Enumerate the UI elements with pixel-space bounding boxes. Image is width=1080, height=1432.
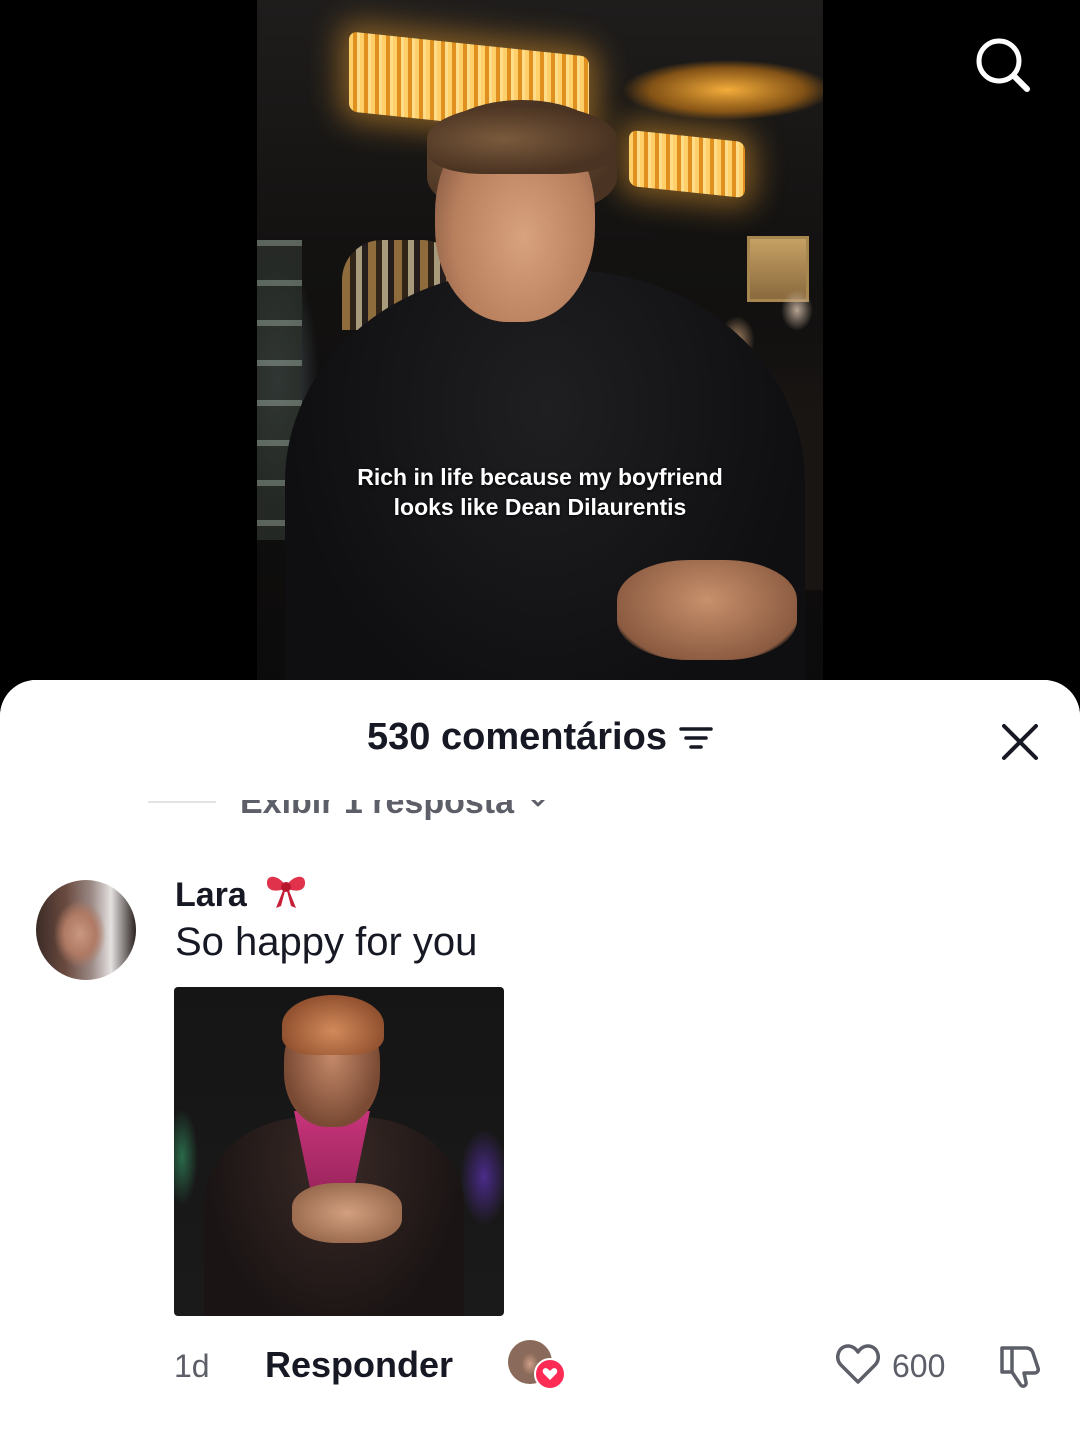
comments-header: 530 comentários xyxy=(0,680,1080,800)
search-button[interactable] xyxy=(968,30,1038,100)
comment-gif[interactable] xyxy=(174,987,504,1316)
heart-icon xyxy=(534,1358,566,1390)
person-hair-top xyxy=(427,104,617,174)
gif-figure-hair xyxy=(282,995,384,1055)
video-caption: Rich in life because my boyfriend looks … xyxy=(257,462,823,522)
comment-timestamp: 1d xyxy=(174,1348,210,1384)
comment-text: So happy for you xyxy=(175,920,478,964)
comments-count-label: 530 comentários xyxy=(367,716,667,758)
person-hands xyxy=(617,560,797,660)
avatar[interactable] xyxy=(36,880,136,980)
close-icon xyxy=(1002,724,1038,760)
comments-title: 530 comentários xyxy=(0,716,1080,759)
divider xyxy=(148,801,216,803)
sort-button[interactable] xyxy=(679,723,713,753)
comment-username[interactable]: Lara xyxy=(175,872,308,919)
username-text: Lara xyxy=(175,876,247,914)
comment-actions: 1d Responder 600 xyxy=(0,1340,1080,1390)
sort-filter-icon xyxy=(679,726,713,749)
gif-figure-hands xyxy=(292,1183,402,1243)
reply-button[interactable]: Responder xyxy=(265,1344,453,1386)
search-icon xyxy=(976,38,1030,92)
chandelier xyxy=(629,129,745,199)
ribbon-bow-icon xyxy=(264,872,308,919)
close-button[interactable] xyxy=(996,718,1044,766)
like-button[interactable] xyxy=(834,1340,882,1388)
video-frame[interactable]: Rich in life because my boyfriend looks … xyxy=(257,0,823,700)
creator-liked-badge xyxy=(508,1340,566,1390)
like-count: 600 xyxy=(892,1348,946,1384)
heart-outline-icon xyxy=(836,1344,880,1384)
caption-line: looks like Dean Dilaurentis xyxy=(393,494,687,520)
comments-sheet: 530 comentários Exibir 1 resposta Lara S… xyxy=(0,680,1080,1432)
thumbs-down-icon xyxy=(1000,1346,1040,1388)
caption-line: Rich in life because my boyfriend xyxy=(357,464,723,490)
dislike-button[interactable] xyxy=(994,1340,1044,1390)
video-player[interactable]: Rich in life because my boyfriend looks … xyxy=(0,0,1080,700)
